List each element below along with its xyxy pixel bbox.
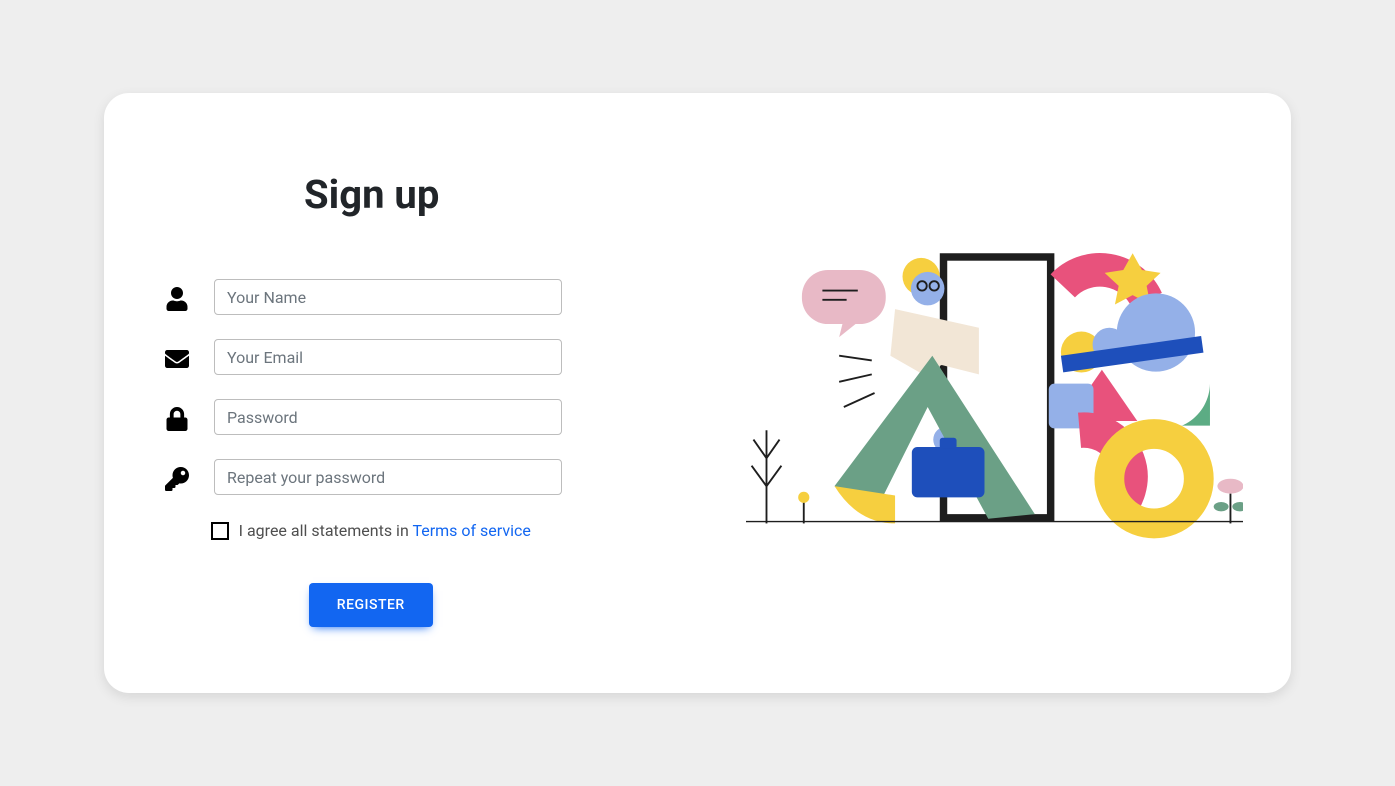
signup-illustration	[746, 233, 1244, 553]
terms-label: I agree all statements in Terms of servi…	[239, 519, 531, 543]
lock-icon	[152, 403, 202, 431]
password-row	[152, 399, 650, 435]
terms-prefix: I agree all statements in	[239, 521, 413, 540]
email-field[interactable]	[214, 339, 562, 375]
email-row	[152, 339, 650, 375]
terms-checkbox[interactable]	[211, 522, 229, 540]
user-icon	[152, 283, 202, 311]
password-input[interactable]	[214, 399, 562, 435]
illustration-column	[698, 93, 1292, 693]
repeat-password-input[interactable]	[214, 459, 562, 495]
signup-card: Sign up	[104, 93, 1291, 693]
register-button[interactable]: REGISTER	[309, 583, 433, 627]
key-icon	[152, 463, 202, 491]
name-input[interactable]	[214, 279, 562, 315]
repeat-password-row	[152, 459, 650, 495]
name-row	[152, 279, 650, 315]
terms-row: I agree all statements in Terms of servi…	[92, 519, 650, 543]
envelope-icon	[152, 343, 202, 371]
terms-link[interactable]: Terms of service	[412, 521, 530, 540]
button-row: REGISTER	[92, 583, 650, 627]
form-column: Sign up	[104, 93, 698, 693]
page-title: Sign up	[304, 171, 650, 219]
